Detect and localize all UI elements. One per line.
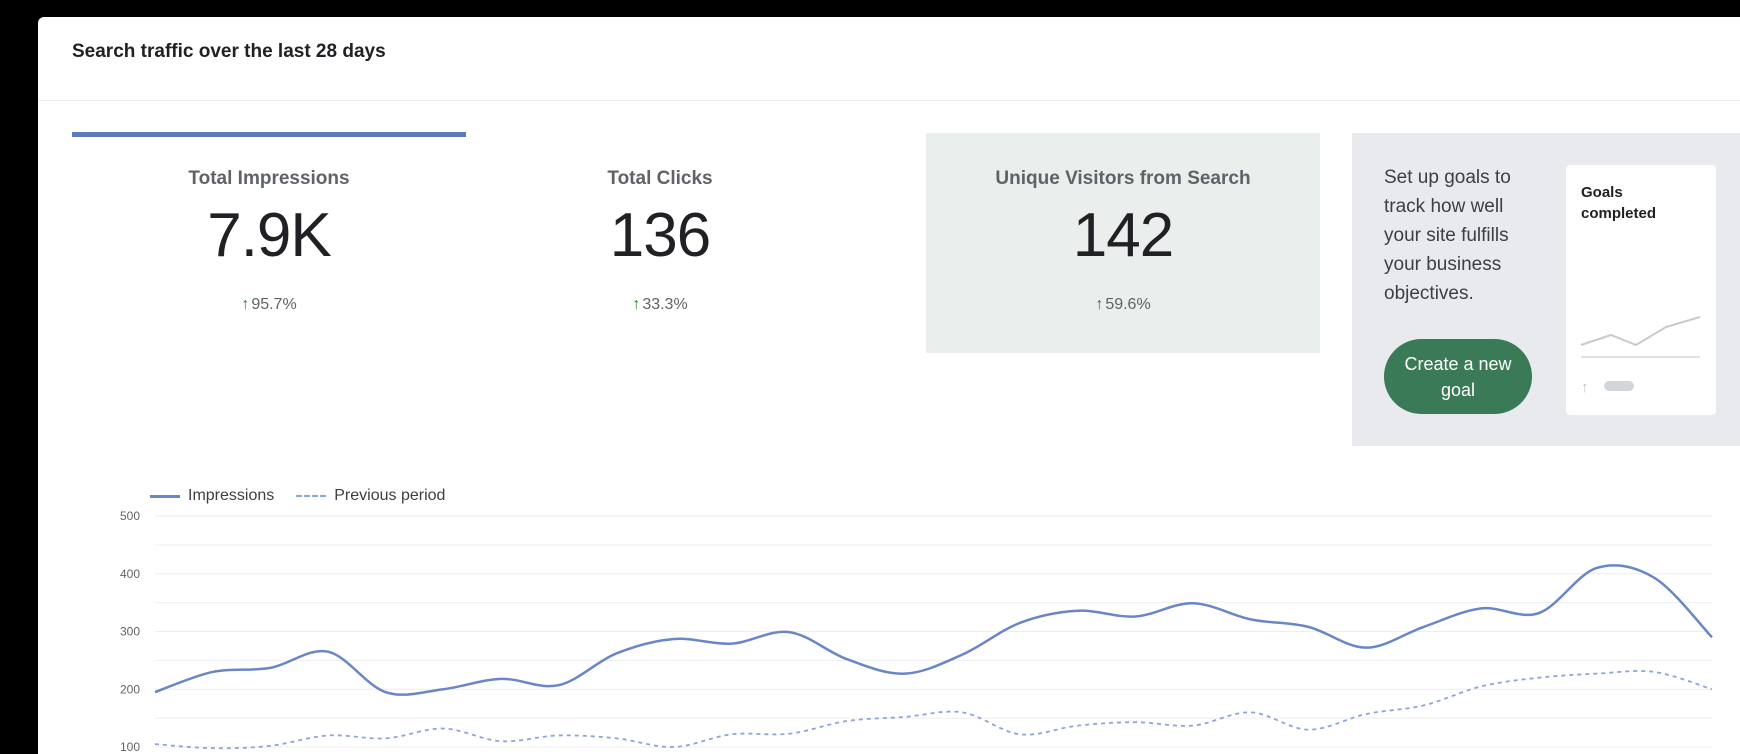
data-point-previous-period bbox=[266, 742, 274, 750]
data-point-impressions bbox=[843, 655, 851, 663]
data-point-previous-period bbox=[555, 731, 563, 739]
data-point-previous-period bbox=[843, 717, 851, 725]
data-point-previous-period bbox=[1074, 722, 1082, 730]
data-point-impressions bbox=[266, 664, 274, 672]
data-point-impressions bbox=[670, 635, 678, 643]
data-point-impressions bbox=[1477, 604, 1485, 612]
data-point-previous-period bbox=[324, 731, 332, 739]
data-point-previous-period bbox=[151, 740, 159, 748]
data-point-impressions bbox=[1708, 633, 1716, 641]
data-point-previous-period bbox=[1420, 701, 1428, 709]
data-point-impressions bbox=[1535, 609, 1543, 617]
data-point-previous-period bbox=[612, 734, 620, 742]
data-point-impressions bbox=[1189, 599, 1197, 607]
data-point-previous-period bbox=[1247, 708, 1255, 716]
data-point-impressions bbox=[1304, 623, 1312, 631]
data-point-previous-period bbox=[1708, 685, 1716, 693]
data-point-previous-period bbox=[901, 713, 909, 721]
data-point-previous-period bbox=[439, 725, 447, 733]
data-point-previous-period bbox=[1535, 674, 1543, 682]
data-point-impressions bbox=[497, 675, 505, 683]
data-point-impressions bbox=[1420, 623, 1428, 631]
data-point-impressions bbox=[901, 670, 909, 678]
data-point-impressions bbox=[728, 640, 736, 648]
y-tick-label: 100 bbox=[120, 740, 140, 754]
data-point-impressions bbox=[151, 688, 159, 696]
data-point-previous-period bbox=[1304, 726, 1312, 734]
data-point-previous-period bbox=[958, 708, 966, 716]
data-point-previous-period bbox=[382, 734, 390, 742]
data-point-previous-period bbox=[1362, 710, 1370, 718]
data-point-impressions bbox=[785, 628, 793, 636]
data-point-previous-period bbox=[728, 730, 736, 738]
data-point-impressions bbox=[1131, 612, 1139, 620]
data-point-previous-period bbox=[670, 743, 678, 751]
y-tick-label: 500 bbox=[120, 509, 140, 523]
data-point-impressions bbox=[209, 668, 217, 676]
data-point-impressions bbox=[1593, 564, 1601, 572]
y-tick-label: 300 bbox=[120, 625, 140, 639]
data-point-impressions bbox=[1016, 619, 1024, 627]
data-point-impressions bbox=[382, 688, 390, 696]
data-point-previous-period bbox=[497, 737, 505, 745]
data-point-impressions bbox=[1650, 574, 1658, 582]
data-point-impressions bbox=[439, 685, 447, 693]
data-point-previous-period bbox=[1189, 722, 1197, 730]
y-tick-label: 200 bbox=[120, 682, 140, 696]
data-point-impressions bbox=[1247, 615, 1255, 623]
y-tick-label: 400 bbox=[120, 567, 140, 581]
series-line-impressions bbox=[154, 564, 1713, 696]
data-point-impressions bbox=[612, 649, 620, 657]
impressions-line-chart: 100 200 300 400 500 bbox=[120, 509, 1716, 754]
data-point-previous-period bbox=[1593, 670, 1601, 678]
data-point-previous-period bbox=[1131, 718, 1139, 726]
data-point-impressions bbox=[324, 648, 332, 656]
data-point-impressions bbox=[1074, 607, 1082, 615]
data-point-previous-period bbox=[1477, 682, 1485, 690]
data-point-impressions bbox=[958, 651, 966, 659]
data-point-previous-period bbox=[209, 744, 217, 752]
data-point-impressions bbox=[555, 681, 563, 689]
data-point-previous-period bbox=[785, 730, 793, 738]
data-point-previous-period bbox=[1016, 730, 1024, 738]
data-point-previous-period bbox=[1650, 668, 1658, 676]
data-point-impressions bbox=[1362, 644, 1370, 652]
